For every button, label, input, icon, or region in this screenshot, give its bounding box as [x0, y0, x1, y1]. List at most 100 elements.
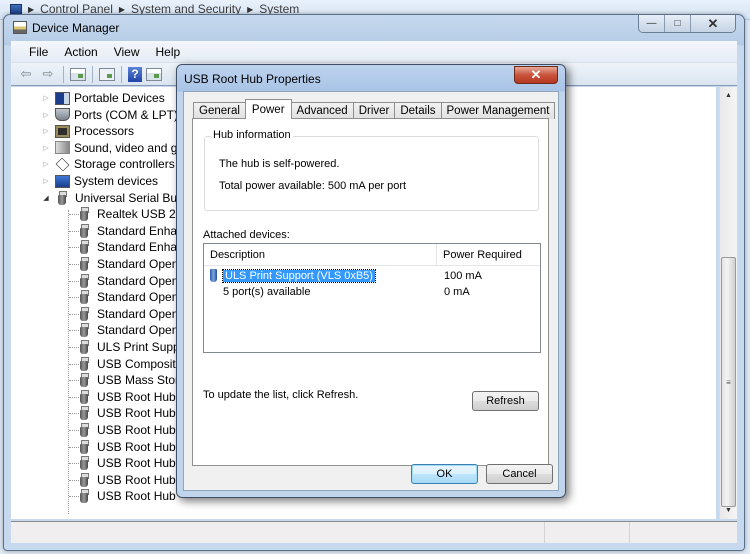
usb-root-hub-properties-dialog: USB Root Hub Properties ✕ General Power … [176, 64, 566, 498]
tab-details[interactable]: Details [394, 102, 442, 119]
tree-item-label: Storage controllers [74, 157, 175, 172]
scroll-grip-icon: ≡ [726, 377, 731, 387]
hub-power-source-text: The hub is self-powered. [219, 158, 340, 170]
tree-device-item[interactable]: USB Root Hub [80, 455, 176, 471]
usb-device-icon [210, 269, 217, 282]
tree-category-item[interactable]: ▷ Storage controllers [41, 156, 175, 172]
scroll-thumb[interactable]: ≡ [721, 257, 736, 507]
device-manager-icon [13, 21, 27, 34]
forward-button[interactable]: ⇨ [39, 66, 57, 83]
scroll-down-button[interactable]: ▼ [720, 502, 737, 519]
dialog-body: General Power Advanced Driver Details Po… [183, 91, 559, 491]
device-power-required: 100 mA [444, 269, 482, 282]
show-hide-console-tree-button[interactable] [70, 67, 86, 81]
tree-guide-line [69, 380, 79, 382]
show-hide-action-pane-button[interactable] [146, 67, 162, 81]
tree-guide-line [69, 463, 79, 465]
caption-buttons: — □ ✕ [638, 15, 736, 33]
help-button[interactable]: ? [128, 66, 142, 82]
breadcrumb-separator-icon: ▶ [118, 4, 126, 14]
breadcrumb-separator-icon: ▶ [247, 4, 254, 14]
tree-category-item[interactable]: ▷ Processors [41, 123, 134, 139]
tree-item-label: Processors [74, 124, 135, 139]
power-tab-panel: Hub information The hub is self-powered.… [192, 118, 549, 466]
list-row[interactable]: ULS Print Support (VLS 0xB5) 100 mA [204, 268, 540, 283]
expand-arrow-icon[interactable]: ▷ [41, 160, 51, 168]
column-header-power-required[interactable]: Power Required [437, 244, 522, 265]
usb-device-icon [80, 340, 89, 354]
cancel-button[interactable]: Cancel [486, 464, 553, 484]
dialog-close-button[interactable]: ✕ [514, 66, 558, 84]
maximize-button[interactable]: □ [665, 15, 691, 32]
scroll-up-button[interactable]: ▲ [720, 87, 737, 104]
tree-category-item[interactable]: ▷ Ports (COM & LPT) [41, 107, 178, 123]
ports-icon [55, 108, 70, 122]
tree-device-item[interactable]: USB Root Hub [80, 389, 176, 405]
usb-device-icon [80, 389, 89, 404]
minimize-button[interactable]: — [639, 15, 665, 32]
total-power-text: Total power available: 500 mA per port [219, 180, 407, 192]
device-manager-titlebar[interactable]: Device Manager — □ ✕ [4, 15, 744, 41]
expand-arrow-icon[interactable]: ▷ [41, 127, 51, 135]
window-title: Device Manager [32, 21, 120, 35]
status-bar-pane [545, 522, 630, 543]
tree-guide-line [69, 496, 79, 498]
tree-guide-line [69, 330, 79, 332]
list-row[interactable]: 5 port(s) available 0 mA [204, 284, 540, 299]
attached-devices-label: Attached devices: [203, 229, 290, 241]
usb-device-icon [80, 489, 89, 504]
tree-item-label: USB Root Hub [97, 389, 176, 404]
breadcrumb-separator-icon: ▶ [28, 4, 35, 14]
expand-arrow-icon[interactable]: ▷ [41, 177, 51, 185]
usb-device-icon [80, 356, 89, 371]
tab-power[interactable]: Power [244, 99, 292, 119]
usb-device-icon [80, 257, 89, 271]
tree-device-item[interactable]: USB Root Hub [80, 439, 176, 455]
tab-driver[interactable]: Driver [352, 102, 396, 119]
tree-guide-line [69, 347, 79, 348]
tree-item-label: Portable Devices [74, 91, 165, 105]
back-button[interactable]: ⇦ [17, 66, 35, 83]
tree-item-label: USB Root Hub [97, 472, 176, 487]
menu-action[interactable]: Action [56, 45, 105, 59]
processor-icon [55, 124, 70, 138]
menu-file[interactable]: File [21, 45, 56, 59]
menu-help[interactable]: Help [148, 45, 189, 59]
tree-device-item[interactable]: USB Root Hub [80, 472, 176, 488]
tree-device-item[interactable]: USB Root Hub [80, 405, 176, 421]
properties-button[interactable] [99, 67, 115, 81]
tree-device-item[interactable]: USB Root Hub [80, 422, 176, 438]
attached-devices-list[interactable]: Description Power Required ULS Print Sup… [203, 243, 541, 353]
usb-device-icon [80, 439, 89, 454]
usb-device-icon [80, 290, 89, 305]
status-bar [11, 521, 737, 543]
tab-general[interactable]: General [193, 102, 246, 119]
menu-bar: File Action View Help [11, 41, 737, 63]
tree-guide-line [69, 214, 79, 216]
hub-information-legend: Hub information [211, 129, 293, 141]
tree-category-item[interactable]: ▷ System devices [41, 173, 158, 189]
toolbar-separator [63, 65, 64, 83]
usb-device-icon [80, 406, 89, 421]
tree-guide-line [69, 313, 79, 315]
tree-guide-line [69, 396, 79, 398]
list-header: Description Power Required [204, 244, 540, 266]
expand-arrow-icon[interactable]: ▷ [41, 111, 51, 119]
tab-advanced[interactable]: Advanced [290, 102, 354, 119]
expand-arrow-icon[interactable]: ▷ [41, 94, 51, 102]
tree-device-item[interactable]: USB Root Hub [80, 488, 176, 504]
toolbar-separator [121, 65, 122, 83]
menu-view[interactable]: View [106, 45, 148, 59]
refresh-button[interactable]: Refresh [472, 391, 539, 411]
ok-button[interactable]: OK [411, 464, 478, 484]
tab-power-management[interactable]: Power Management [440, 102, 556, 119]
column-header-description[interactable]: Description [204, 244, 437, 265]
tree-category-item[interactable]: ▷ Portable Devices [41, 90, 165, 106]
usb-device-icon [80, 373, 89, 388]
collapse-arrow-icon[interactable]: ◢ [41, 194, 51, 202]
usb-device-icon [80, 207, 89, 222]
expand-arrow-icon[interactable]: ▷ [41, 144, 51, 152]
close-button[interactable]: ✕ [691, 15, 735, 32]
vertical-scrollbar[interactable]: ▲ ≡ ▼ [719, 87, 737, 519]
hub-information-group: Hub information The hub is self-powered.… [204, 129, 539, 211]
